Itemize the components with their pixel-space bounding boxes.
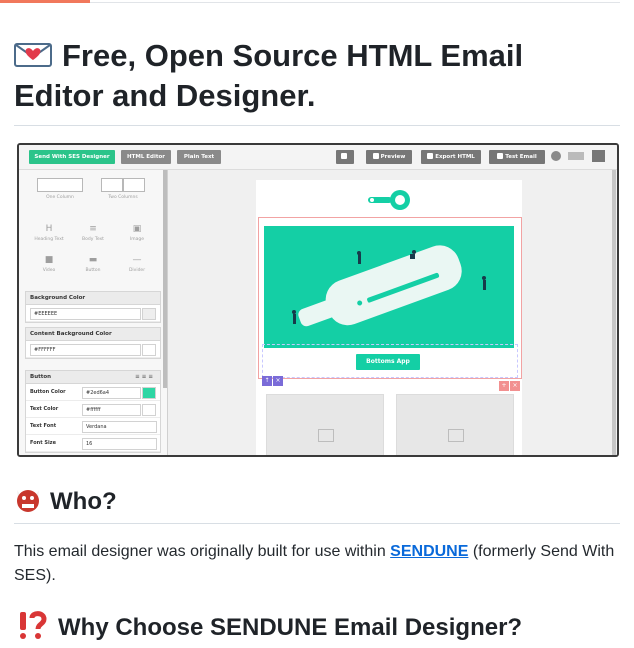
button-tool-icon[interactable]: ▬ xyxy=(83,255,103,265)
sendune-link[interactable]: SENDUNE xyxy=(390,543,468,560)
tool-label: Button xyxy=(85,268,101,273)
move-up-icon[interactable]: ↑ xyxy=(262,376,272,386)
who-rule xyxy=(14,523,620,524)
top-divider xyxy=(0,0,634,4)
body-text-tool-icon[interactable]: ≡ xyxy=(83,224,103,234)
content-background-input[interactable]: #FFFFFF xyxy=(30,344,141,356)
page-title: Free, Open Source HTML Email Editor and … xyxy=(14,36,620,116)
tool-label: Body Text xyxy=(82,237,104,242)
content-background-panel: Content Background Color #FFFFFF xyxy=(25,327,161,359)
heading-rule xyxy=(14,125,620,126)
row-label: Text Font xyxy=(30,423,57,429)
preview-button[interactable]: Preview xyxy=(366,150,412,164)
row-label: Text Color xyxy=(30,406,59,412)
tool-label: Image xyxy=(129,237,145,242)
layout-one-column[interactable] xyxy=(37,178,83,192)
layout-label: Two Columns xyxy=(108,195,138,200)
tab-plain-text[interactable]: Plain Text xyxy=(177,150,221,164)
layout-label: One Column xyxy=(46,195,74,200)
test-email-button[interactable]: Test Email xyxy=(489,150,545,164)
image-tool-icon[interactable]: ▣ xyxy=(127,224,147,234)
delete-block-icon[interactable]: × xyxy=(273,376,283,386)
tool-label: Heading Text xyxy=(34,237,64,242)
eye-icon xyxy=(372,153,379,159)
export-html-button[interactable]: Export HTML xyxy=(421,150,481,164)
background-color-panel: Background Color #EEEEEE xyxy=(25,291,161,323)
tool-label: Divider xyxy=(128,268,146,273)
panel-title: Content Background Color xyxy=(26,328,160,341)
tool-label: Video xyxy=(42,268,56,273)
add-block-icon[interactable]: + xyxy=(499,381,509,391)
align-icons[interactable]: ≡≡≡ xyxy=(135,371,155,383)
layout-two-columns-right[interactable] xyxy=(123,178,145,192)
image-placeholder-right[interactable] xyxy=(396,394,514,455)
font-size-select[interactable]: 16 xyxy=(82,438,157,450)
heading-tool-icon[interactable]: H xyxy=(39,224,59,234)
content-background-swatch[interactable] xyxy=(142,344,156,356)
email-preview: Bottoms App ↑ × + × xyxy=(256,180,522,455)
video-tool-icon[interactable]: ■ xyxy=(39,255,59,265)
bottle-opener-logo xyxy=(366,188,414,212)
mail-icon xyxy=(497,153,504,159)
divider-tool-icon[interactable]: — xyxy=(127,255,147,265)
panel-title: Button ≡≡≡ xyxy=(26,371,160,384)
tab-html-editor[interactable]: HTML Editor xyxy=(121,150,171,164)
why-heading: Why Choose SENDUNE Email Designer? xyxy=(14,610,620,643)
export-icon xyxy=(427,153,434,159)
exclamation-question-icon xyxy=(14,610,50,640)
editor-screenshot: Send With SES Designer HTML Editor Plain… xyxy=(17,143,619,457)
sidebar-scrollbar[interactable] xyxy=(163,170,167,388)
image-placeholder-left[interactable] xyxy=(266,394,384,455)
button-panel: Button ≡≡≡ Button Color #2ed6a4 Text Colo… xyxy=(25,370,161,453)
panel-title: Background Color xyxy=(26,292,160,305)
email-canvas: Bottoms App ↑ × + × xyxy=(168,170,617,455)
page-title-text: Free, Open Source HTML Email Editor and … xyxy=(14,38,524,113)
remove-block-icon[interactable]: × xyxy=(510,381,520,391)
layout-two-columns-left[interactable] xyxy=(101,178,123,192)
background-color-input[interactable]: #EEEEEE xyxy=(30,308,141,320)
github-icon[interactable] xyxy=(551,151,561,161)
editor-toolbar: Send With SES Designer HTML Editor Plain… xyxy=(19,145,617,170)
text-font-select[interactable]: Verdana xyxy=(82,421,157,433)
button-color-swatch[interactable] xyxy=(142,387,156,399)
editor-sidebar: One Column Two Columns H ≡ ▣ Heading Tex… xyxy=(19,170,168,455)
button-color-input[interactable]: #2ed6a4 xyxy=(82,387,141,399)
row-label: Font Size xyxy=(30,440,56,446)
who-heading-text: Who? xyxy=(50,488,117,515)
love-letter-icon xyxy=(14,39,52,67)
active-tab-underline xyxy=(0,0,90,3)
text-color-swatch[interactable] xyxy=(142,404,156,416)
why-heading-text: Why Choose SENDUNE Email Designer? xyxy=(58,614,523,641)
image-placeholder-icon xyxy=(448,429,464,442)
who-paragraph: This email designer was originally built… xyxy=(14,543,615,584)
tab-designer[interactable]: Send With SES Designer xyxy=(29,150,115,164)
ogre-icon xyxy=(14,486,42,514)
image-icon xyxy=(341,153,347,159)
logo-icon[interactable] xyxy=(592,150,605,162)
text-color-input[interactable]: #ffffff xyxy=(82,404,141,416)
npm-icon[interactable] xyxy=(568,152,584,160)
hero-image[interactable] xyxy=(264,226,514,348)
email-cta-button[interactable]: Bottoms App xyxy=(356,354,420,370)
image-button[interactable] xyxy=(336,150,354,164)
who-heading: Who? xyxy=(14,486,620,517)
background-color-swatch[interactable] xyxy=(142,308,156,320)
row-label: Button Color xyxy=(30,389,66,395)
canvas-scrollbar[interactable] xyxy=(612,170,616,455)
image-placeholder-icon xyxy=(318,429,334,442)
